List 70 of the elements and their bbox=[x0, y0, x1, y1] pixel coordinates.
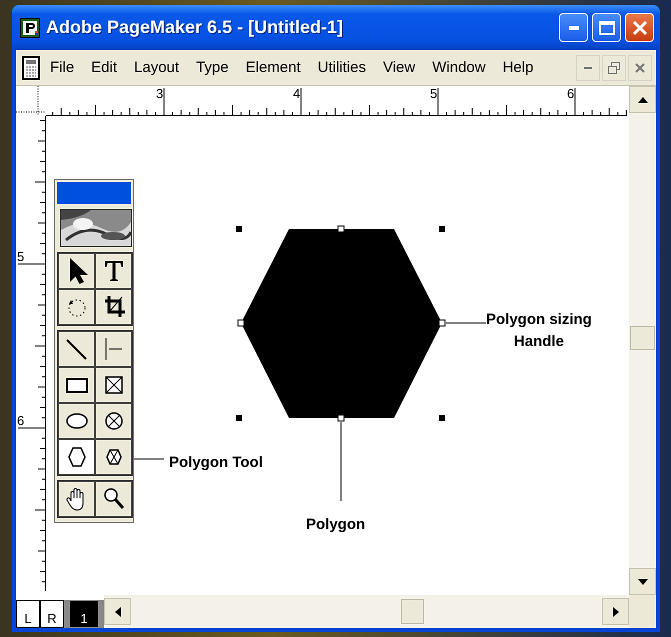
restore-icon bbox=[608, 62, 620, 74]
sizing-handle[interactable] bbox=[236, 226, 242, 232]
menu-item[interactable]: Edit bbox=[91, 59, 118, 76]
callout-label: Polygon sizing Handle bbox=[486, 310, 592, 352]
scroll-thumb[interactable] bbox=[401, 599, 424, 624]
left-arrow-icon bbox=[114, 606, 120, 616]
close-icon bbox=[632, 20, 648, 36]
scroll-right-button[interactable] bbox=[602, 598, 629, 625]
page-icon[interactable]: 1 bbox=[64, 600, 104, 628]
maximize-button[interactable] bbox=[592, 13, 621, 42]
sizing-handle[interactable] bbox=[439, 226, 445, 232]
menu-item[interactable]: View bbox=[382, 59, 416, 76]
callout-label: Polygon bbox=[306, 515, 366, 535]
zoom-tool-button[interactable] bbox=[95, 481, 132, 517]
page-icon[interactable]: R bbox=[40, 600, 64, 628]
polygon-tool-button[interactable] bbox=[58, 439, 95, 475]
hand-tool-button[interactable] bbox=[58, 481, 95, 517]
menu-item[interactable]: Help bbox=[502, 59, 534, 76]
text-tool-button[interactable] bbox=[95, 253, 132, 289]
menu-item[interactable]: Element bbox=[246, 59, 301, 76]
pointer-tool-button[interactable] bbox=[58, 253, 95, 289]
app-icon[interactable] bbox=[20, 18, 40, 38]
menu-item[interactable]: Window bbox=[432, 59, 486, 76]
scroll-down-button[interactable] bbox=[629, 568, 656, 595]
close-icon bbox=[635, 62, 645, 72]
leader-line bbox=[446, 322, 486, 324]
close-button[interactable] bbox=[628, 54, 652, 80]
minimize-icon bbox=[568, 26, 578, 30]
ruler-origin-icon[interactable] bbox=[16, 86, 46, 116]
ruler-number: 6 bbox=[567, 86, 574, 101]
polygon-frame-tool-button[interactable] bbox=[95, 439, 132, 475]
scroll-thumb[interactable] bbox=[630, 326, 655, 350]
up-arrow-icon bbox=[638, 96, 648, 102]
ellipse-frame-tool-button[interactable] bbox=[95, 403, 132, 439]
callout-label: Polygon Tool bbox=[169, 453, 263, 473]
ellipse-tool-button[interactable] bbox=[58, 403, 95, 439]
menu-item[interactable]: Type bbox=[196, 59, 229, 76]
rectangle-tool-button[interactable] bbox=[58, 367, 95, 403]
scroll-up-button[interactable] bbox=[629, 86, 656, 113]
sizing-handle[interactable] bbox=[236, 415, 242, 421]
page-icon[interactable]: L bbox=[16, 600, 40, 628]
window-title: Adobe PageMaker 6.5 - [Untitled-1] bbox=[46, 17, 344, 38]
rotate-tool-button[interactable] bbox=[58, 289, 95, 325]
line-tool-button[interactable] bbox=[58, 331, 95, 367]
vertical-scrollbar[interactable] bbox=[629, 86, 656, 595]
constrained-line-tool-button[interactable] bbox=[95, 331, 132, 367]
right-arrow-icon bbox=[612, 606, 618, 616]
restore-button[interactable] bbox=[602, 54, 626, 80]
scroll-left-button[interactable] bbox=[104, 598, 131, 625]
minimize-icon bbox=[584, 66, 592, 69]
crop-tool-button[interactable] bbox=[95, 289, 132, 325]
horizontal-scrollbar[interactable] bbox=[104, 595, 629, 628]
down-arrow-icon bbox=[638, 578, 648, 584]
sizing-handle[interactable] bbox=[238, 320, 244, 326]
menu-item[interactable]: Layout bbox=[134, 59, 180, 76]
rectangle-frame-tool-button[interactable] bbox=[95, 367, 132, 403]
ruler-number: 5 bbox=[17, 250, 24, 264]
ruler-number: 3 bbox=[156, 86, 164, 101]
menu-item[interactable]: Utilities bbox=[318, 59, 366, 76]
minimize-button[interactable] bbox=[576, 54, 600, 80]
document-icon[interactable] bbox=[22, 56, 40, 80]
ruler-number: 6 bbox=[17, 414, 24, 428]
sizing-handle[interactable] bbox=[439, 415, 445, 421]
sizing-handle[interactable] bbox=[438, 320, 446, 326]
maximize-icon bbox=[598, 20, 614, 34]
ruler-number: 4 bbox=[293, 86, 300, 101]
ruler-number: 5 bbox=[430, 86, 438, 101]
sizing-handle[interactable] bbox=[338, 414, 344, 422]
menu-item[interactable]: File bbox=[50, 59, 74, 76]
sizing-handle[interactable] bbox=[338, 226, 344, 232]
